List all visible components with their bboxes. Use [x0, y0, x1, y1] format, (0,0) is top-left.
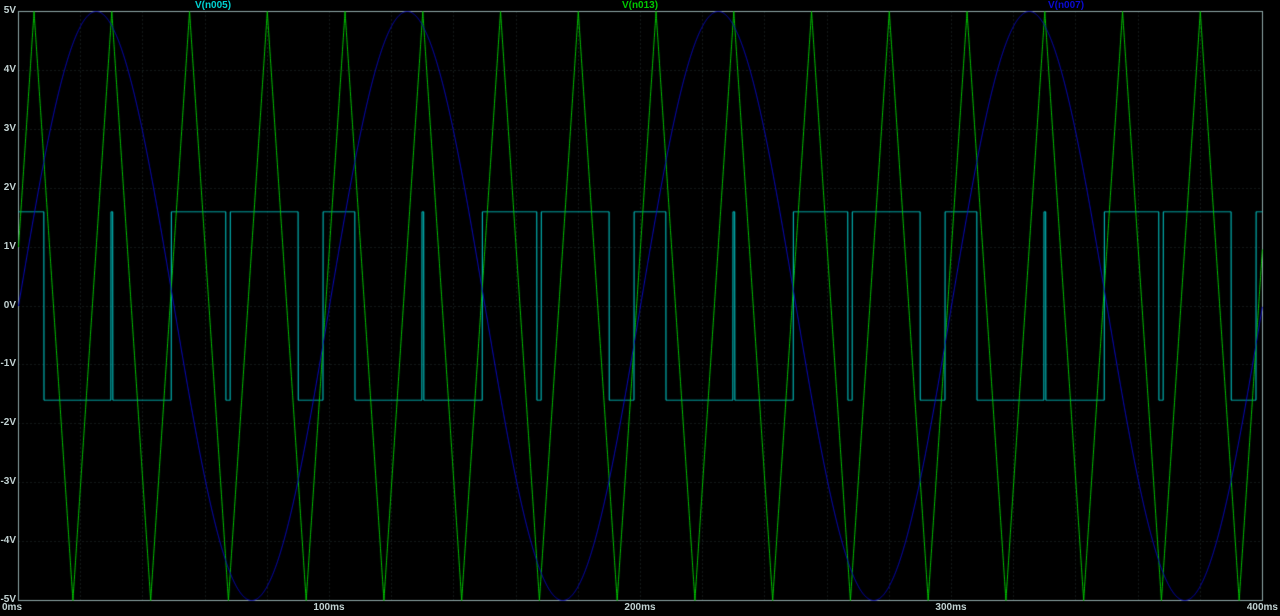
x-tick-label: 100ms [313, 602, 345, 613]
x-tick-label: 200ms [624, 602, 656, 613]
waveform-plot-pane[interactable] [0, 0, 1280, 616]
y-tick-label: -3V [0, 476, 16, 488]
x-axis: 0ms 100ms 200ms 300ms 400ms [0, 602, 1280, 616]
y-tick-label: 3V [3, 122, 16, 134]
y-tick-label: -4V [0, 535, 16, 547]
x-tick-label: 300ms [935, 602, 967, 613]
y-tick-label: 0V [3, 299, 16, 311]
x-tick-label: 400ms [1246, 602, 1278, 613]
y-tick-label: 1V [3, 240, 16, 252]
y-tick-label: 4V [3, 63, 16, 75]
x-tick-label: 0ms [2, 602, 23, 613]
y-tick-label: 5V [3, 5, 16, 16]
waveform-viewer-window: { "window": { "background_color": "#0000… [0, 0, 1280, 616]
y-tick-label: 2V [3, 181, 16, 193]
trace-label-vn013[interactable]: V(n013) [622, 0, 658, 11]
trace-legend: V(n005) V(n013) V(n007) [0, 0, 1280, 11]
trace-label-vn007[interactable]: V(n007) [1048, 0, 1084, 11]
trace-label-vn005[interactable]: V(n005) [195, 0, 231, 11]
y-tick-label: -1V [0, 358, 16, 370]
y-tick-label: -2V [0, 417, 16, 429]
